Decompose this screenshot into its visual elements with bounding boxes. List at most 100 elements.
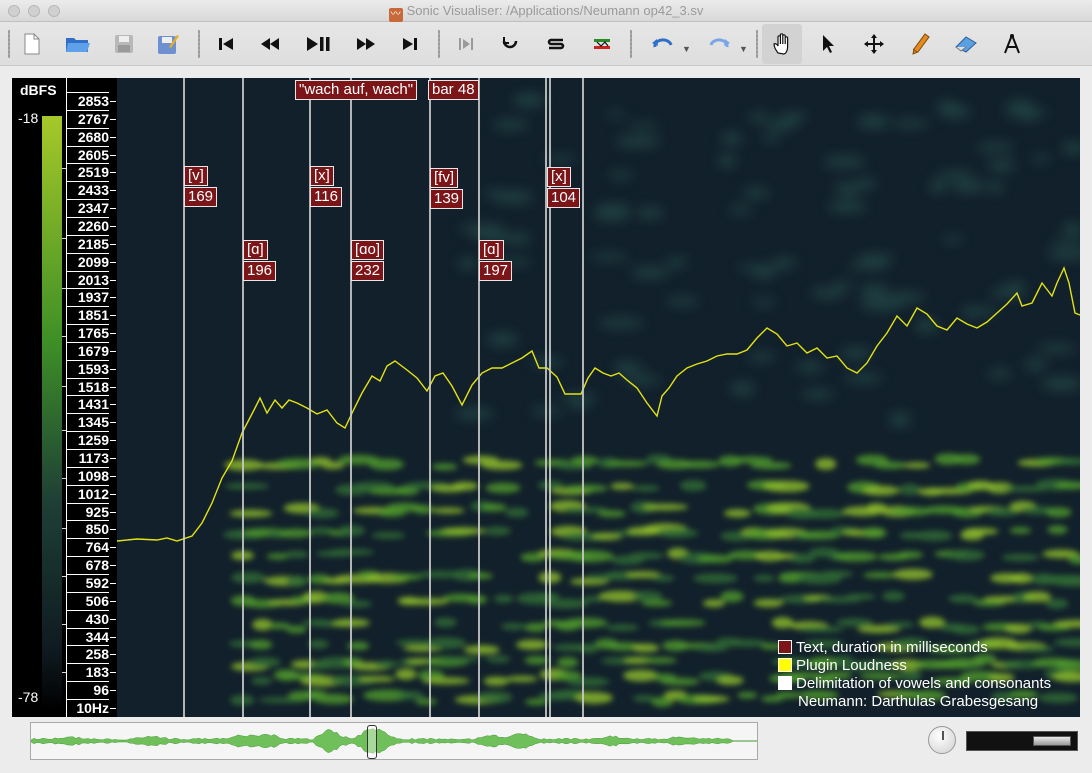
- legend-swatch: [778, 640, 792, 654]
- frequency-tick-label: 1765: [67, 324, 109, 340]
- frequency-tick-label: 1259: [67, 431, 109, 447]
- frequency-tick-label: 1851: [67, 306, 109, 322]
- db-scale-label: dBFS: [20, 82, 57, 98]
- frequency-tick-label: 506: [67, 591, 109, 608]
- level-slider-thumb[interactable]: [1033, 736, 1071, 746]
- frequency-tick-label: 2605: [67, 145, 109, 162]
- frequency-tick-label: 1518: [67, 377, 109, 394]
- window-title: Sonic Visualiser: /Applications/Neumann …: [406, 3, 704, 18]
- delimitation-line: [350, 78, 352, 717]
- phoneme-label[interactable]: [v]: [184, 166, 208, 186]
- frequency-tick-label: 2433: [67, 181, 109, 197]
- speed-icon[interactable]: [586, 28, 618, 60]
- duration-label[interactable]: 116: [310, 187, 342, 207]
- frequency-tick-label: 2519: [67, 163, 109, 179]
- save-session-icon[interactable]: [152, 28, 184, 60]
- title-bar: 〰 Sonic Visualiser: /Applications/Neumann…: [0, 0, 1092, 22]
- legend-item: Text, duration in milliseconds: [778, 639, 1051, 657]
- fast-forward-icon[interactable]: [350, 28, 382, 60]
- move-cross-icon[interactable]: [858, 28, 890, 60]
- frequency-tick-label: 1345: [67, 413, 109, 429]
- frequency-tick-label: 10Hz: [67, 698, 109, 715]
- layer-legend: Text, duration in milliseconds Plugin Lo…: [778, 639, 1051, 711]
- frequency-tick-label: 2347: [67, 199, 109, 215]
- frequency-tick-label: 2767: [67, 109, 109, 126]
- overview-waveform[interactable]: [30, 722, 758, 760]
- app-window: 〰 Sonic Visualiser: /Applications/Neumann…: [0, 0, 1092, 773]
- phoneme-label[interactable]: [ɑ]: [479, 240, 504, 260]
- frequency-tick-label: 1679: [67, 341, 109, 358]
- solo-icon[interactable]: [540, 28, 572, 60]
- phoneme-label[interactable]: [ɑ]: [243, 240, 268, 260]
- loop-icon[interactable]: [494, 28, 526, 60]
- frequency-tick-label: 183: [67, 663, 109, 679]
- select-arrow-icon[interactable]: [812, 28, 844, 60]
- eraser-icon[interactable]: [950, 28, 982, 60]
- delimitation-line: [582, 78, 584, 717]
- legend-swatch: [778, 676, 792, 690]
- frequency-tick-label: 96: [67, 681, 109, 697]
- duration-label[interactable]: 139: [430, 189, 464, 209]
- frequency-tick-label: 430: [67, 609, 109, 626]
- db-scale-bottom: -78: [18, 689, 39, 705]
- delimitation-line: [478, 78, 480, 717]
- app-icon: 〰: [388, 8, 403, 22]
- frequency-scale: 2853 2767 2680 2605 2519 2433 2347 2260 2185 2099…: [66, 78, 117, 717]
- gain-knob[interactable]: [928, 726, 956, 754]
- frequency-tick-label: 764: [67, 538, 109, 554]
- rewind-start-icon[interactable]: [210, 28, 242, 60]
- spectrogram-view[interactable]: [117, 78, 1080, 717]
- play-pause-icon[interactable]: [302, 28, 334, 60]
- phoneme-label[interactable]: [fv]: [430, 168, 459, 188]
- frequency-tick-label: 2260: [67, 216, 109, 233]
- undo-icon[interactable]: [646, 28, 678, 60]
- pencil-draw-icon[interactable]: [904, 28, 936, 60]
- main-pane[interactable]: dBFS -18 -78 2853 2767 2680 2605 2519 2433 234…: [12, 78, 1080, 717]
- frequency-tick-label: 1937: [67, 288, 109, 304]
- legend-caption: Neumann: Darthulas Grabesgesang: [798, 693, 1039, 710]
- frequency-tick-label: 2099: [67, 252, 109, 269]
- frequency-tick-label: 2013: [67, 270, 109, 287]
- open-folder-icon[interactable]: [62, 28, 94, 60]
- delimitation-line: [242, 78, 244, 717]
- duration-label[interactable]: 197: [479, 261, 513, 281]
- bar-annotation[interactable]: bar 48: [428, 80, 479, 100]
- legend-item: Delimitation of vowels and consonants: [778, 675, 1051, 693]
- redo-icon[interactable]: [704, 28, 736, 60]
- frequency-tick-label: 258: [67, 645, 109, 661]
- overview-position-handle[interactable]: [367, 725, 377, 759]
- phoneme-label[interactable]: [x]: [547, 167, 571, 187]
- duration-label[interactable]: 196: [243, 261, 277, 281]
- new-file-icon[interactable]: [16, 28, 48, 60]
- frequency-tick-label: 678: [67, 556, 109, 572]
- frequency-tick-label: 1012: [67, 484, 109, 501]
- hand-navigate-icon[interactable]: [762, 24, 802, 64]
- frequency-tick-label: 2853: [67, 92, 109, 108]
- duration-label[interactable]: 232: [351, 261, 385, 281]
- db-colour-scale: [42, 116, 62, 710]
- save-icon[interactable]: [108, 28, 140, 60]
- frequency-tick-label: 1173: [67, 449, 109, 465]
- rewind-icon[interactable]: [254, 28, 286, 60]
- lyric-annotation[interactable]: "wach auf, wach": [295, 80, 418, 100]
- play-selection-icon[interactable]: [450, 28, 482, 60]
- db-scale-top: -18: [18, 110, 39, 126]
- frequency-tick-label: 850: [67, 520, 109, 536]
- frequency-tick-label: 592: [67, 573, 109, 590]
- frequency-tick-label: 1098: [67, 466, 109, 483]
- frequency-tick-label: 2680: [67, 127, 109, 144]
- phoneme-label[interactable]: [x]: [310, 166, 334, 186]
- frequency-tick-label: 2185: [67, 234, 109, 251]
- frequency-tick-label: 1593: [67, 359, 109, 376]
- level-meter[interactable]: [966, 731, 1078, 751]
- toolbar: ▼ ▼: [0, 22, 1092, 66]
- legend-swatch: [778, 658, 792, 672]
- duration-label[interactable]: 104: [547, 188, 581, 208]
- frequency-tick-label: 344: [67, 627, 109, 644]
- fast-forward-end-icon[interactable]: [394, 28, 426, 60]
- frequency-tick-label: 1431: [67, 395, 109, 411]
- measure-compass-icon[interactable]: [996, 28, 1028, 60]
- duration-label[interactable]: 169: [184, 187, 218, 207]
- phoneme-label[interactable]: [ɑo]: [351, 240, 385, 260]
- frequency-tick-label: 925: [67, 502, 109, 519]
